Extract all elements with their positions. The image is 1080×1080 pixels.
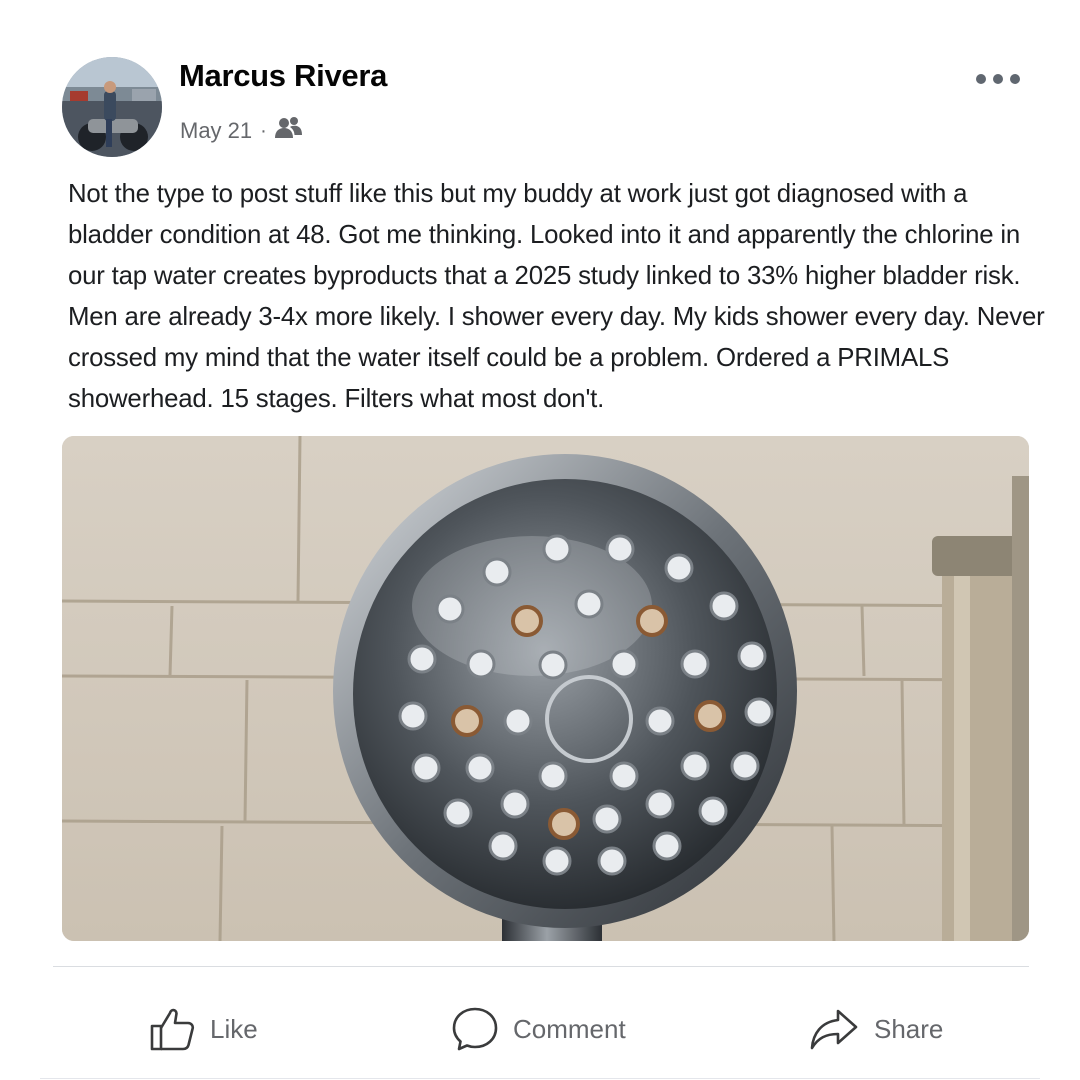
post-text: Not the type to post stuff like this but…: [68, 180, 1045, 413]
action-bar: Like Comment Share: [0, 996, 1080, 1062]
meta-separator: ·: [260, 119, 267, 142]
comment-button[interactable]: Comment: [451, 996, 626, 1062]
avatar-photo: [62, 57, 162, 157]
share-button[interactable]: Share: [808, 996, 943, 1062]
avatar[interactable]: [62, 57, 162, 157]
post-meta: May 21 ·: [180, 114, 303, 148]
more-horizontal-icon: [976, 74, 1020, 84]
friends-icon[interactable]: [274, 116, 303, 146]
author-name[interactable]: Marcus Rivera: [179, 58, 387, 94]
share-label: Share: [874, 1013, 944, 1044]
more-options-button[interactable]: [970, 64, 1026, 94]
actions-divider: [53, 966, 1029, 967]
share-arrow-icon: [810, 1009, 858, 1050]
post-date[interactable]: May 21: [180, 118, 252, 144]
comment-label: Comment: [513, 1013, 626, 1044]
showerhead-photo: [62, 436, 1029, 941]
comment-bubble-icon: [452, 1007, 498, 1051]
bottom-divider: [40, 1078, 1040, 1079]
post-card: Marcus Rivera May 21 · Not the type to p…: [0, 0, 1080, 1080]
thumbs-up-icon: [150, 1008, 195, 1051]
like-label: Like: [210, 1013, 258, 1044]
post-photo[interactable]: [62, 436, 1029, 941]
like-button[interactable]: Like: [148, 996, 258, 1062]
